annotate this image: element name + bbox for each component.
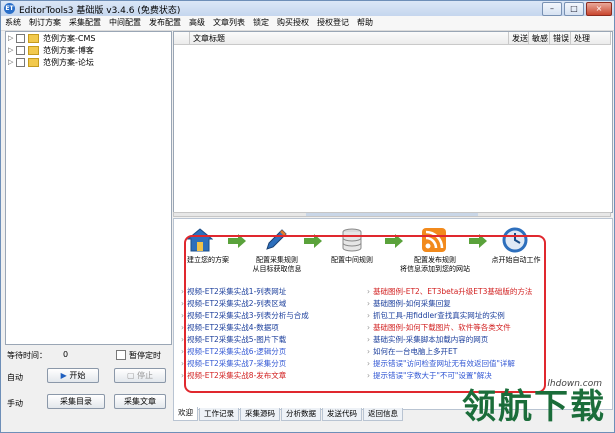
close-button[interactable]: × xyxy=(586,2,612,16)
menu-bar: 系统 制订方案 采集配置 中间配置 发布配置 高级 文章列表 锁定 购买授权 授… xyxy=(1,16,614,31)
expand-icon[interactable]: ▷ xyxy=(8,58,16,66)
tree-item-cms[interactable]: ▷ 范例方案-CMS xyxy=(6,32,171,44)
app-logo-icon: ET xyxy=(4,3,15,14)
stop-button[interactable]: ▢ 停止 xyxy=(114,368,166,383)
grid-col-error[interactable]: 错误 xyxy=(550,32,571,45)
watermark-logo: 领航下载 xyxy=(462,387,606,427)
tab-send-code[interactable]: 发送代码 xyxy=(322,408,362,421)
article-grid: 文章标题 发送 敏感 错误 处理 xyxy=(173,31,613,213)
tab-work-log[interactable]: 工作记录 xyxy=(199,408,239,421)
grid-col-title[interactable]: 文章标题 xyxy=(190,32,509,45)
menu-help[interactable]: 帮助 xyxy=(353,16,377,30)
manual-label: 手动 xyxy=(7,399,23,408)
tree-checkbox[interactable] xyxy=(16,57,25,67)
tree-item-label: 范例方案-论坛 xyxy=(43,57,94,67)
app-window: ET EditorTools3 基础版 v3.4.6 (免费状态) – □ × … xyxy=(0,0,615,433)
grid-col-sensitive[interactable]: 敏感 xyxy=(529,32,550,45)
menu-advanced[interactable]: 高级 xyxy=(185,16,209,30)
expand-icon[interactable]: ▷ xyxy=(8,46,16,54)
tree-item-forum[interactable]: ▷ 范例方案-论坛 xyxy=(6,56,171,68)
pause-timer-label: 暂停定时 xyxy=(129,351,161,360)
menu-middle-config[interactable]: 中间配置 xyxy=(105,16,145,30)
tree-checkbox[interactable] xyxy=(16,45,25,55)
folder-icon xyxy=(28,57,39,67)
menu-register-license[interactable]: 授权登记 xyxy=(313,16,353,30)
tree-item-label: 范例方案-博客 xyxy=(43,45,94,55)
tree-item-blog[interactable]: ▷ 范例方案-博客 xyxy=(6,44,171,56)
grid-col-sent[interactable]: 发送 xyxy=(509,32,529,45)
pause-timer-checkbox[interactable] xyxy=(116,350,126,360)
tab-welcome[interactable]: 欢迎 xyxy=(173,407,198,421)
minimize-button[interactable]: – xyxy=(542,2,562,16)
highlight-frame xyxy=(184,235,546,393)
menu-lock[interactable]: 锁定 xyxy=(249,16,273,30)
scrollbar-thumb[interactable] xyxy=(306,213,478,216)
stop-icon: ▢ xyxy=(126,371,138,380)
start-button[interactable]: ▶ 开始 xyxy=(47,368,99,383)
window-title: EditorTools3 基础版 v3.4.6 (免费状态) xyxy=(19,6,181,16)
maximize-button[interactable]: □ xyxy=(564,2,584,16)
collect-directory-button[interactable]: 采集目录 xyxy=(47,394,105,409)
menu-plan[interactable]: 制订方案 xyxy=(25,16,65,30)
wait-time-label: 等待时间： xyxy=(7,351,47,360)
stop-button-label: 停止 xyxy=(137,371,154,380)
menu-publish-config[interactable]: 发布配置 xyxy=(145,16,185,30)
wait-time-value: 0 xyxy=(63,350,69,359)
tab-return-info[interactable]: 返回信息 xyxy=(363,408,403,421)
splitter-scrollbar[interactable] xyxy=(173,212,611,217)
menu-article-list[interactable]: 文章列表 xyxy=(209,16,249,30)
tab-analysis-data[interactable]: 分析数据 xyxy=(281,408,321,421)
tab-source-code[interactable]: 采集源码 xyxy=(240,408,280,421)
menu-system[interactable]: 系统 xyxy=(1,16,25,30)
expand-icon[interactable]: ▷ xyxy=(8,34,16,42)
plan-tree: ▷ 范例方案-CMS ▷ 范例方案-博客 ▷ 范例方案-论坛 xyxy=(5,31,172,345)
auto-label: 自动 xyxy=(7,373,23,382)
start-button-label: 开始 xyxy=(69,371,86,380)
tree-item-label: 范例方案-CMS xyxy=(43,33,96,43)
menu-buy-license[interactable]: 购买授权 xyxy=(273,16,313,30)
grid-col-process[interactable]: 处理 xyxy=(571,32,611,45)
title-bar: ET EditorTools3 基础版 v3.4.6 (免费状态) – □ × xyxy=(1,1,614,16)
folder-icon xyxy=(28,33,39,43)
menu-collect-config[interactable]: 采集配置 xyxy=(65,16,105,30)
tree-checkbox[interactable] xyxy=(16,33,25,43)
collect-article-button[interactable]: 采集文章 xyxy=(114,394,166,409)
folder-icon xyxy=(28,45,39,55)
grid-col-index[interactable] xyxy=(174,32,190,45)
